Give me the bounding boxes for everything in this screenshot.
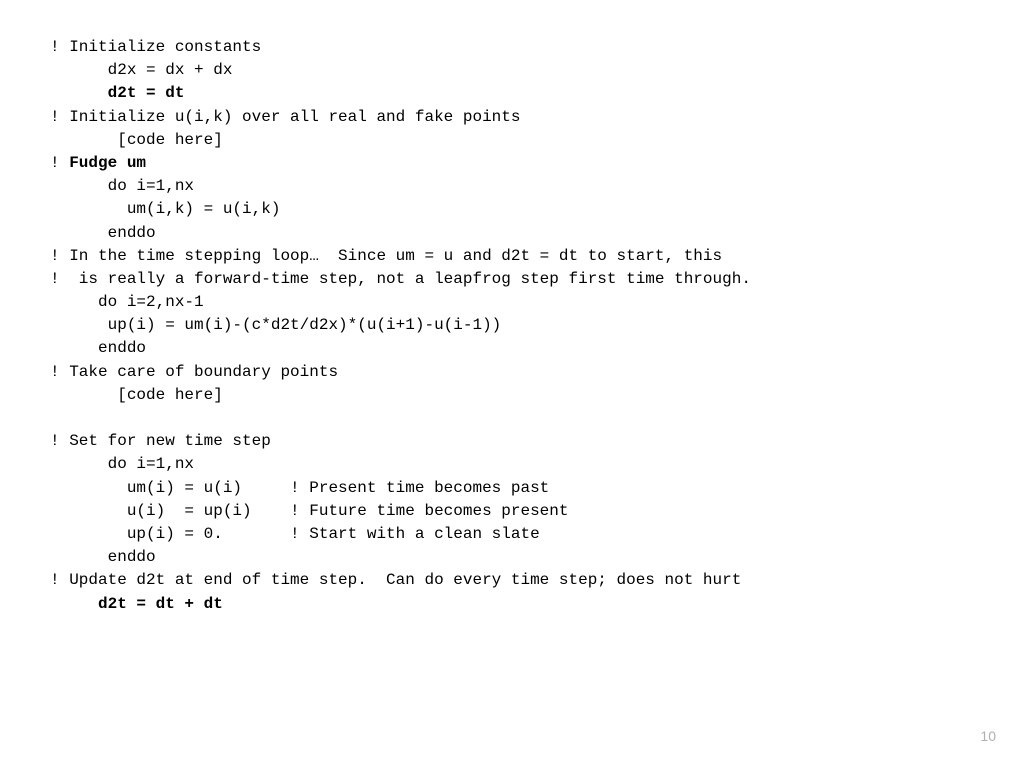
bold-text: d2t = dt + dt [98, 595, 223, 613]
code-line: [code here] [50, 129, 974, 152]
code-line: ! Initialize u(i,k) over all real and fa… [50, 106, 974, 129]
code-line: ! Fudge um [50, 152, 974, 175]
blank-line [50, 407, 974, 430]
code-line: enddo [50, 337, 974, 360]
indent [50, 595, 98, 613]
code-line: do i=2,nx-1 [50, 291, 974, 314]
code-line: do i=1,nx [50, 175, 974, 198]
code-line: up(i) = 0. ! Start with a clean slate [50, 523, 974, 546]
code-line: ! Take care of boundary points [50, 361, 974, 384]
bold-text: d2t = dt [108, 84, 185, 102]
code-line: ! is really a forward-time step, not a l… [50, 268, 974, 291]
code-line: um(i,k) = u(i,k) [50, 198, 974, 221]
code-line: [code here] [50, 384, 974, 407]
bold-text: Fudge um [69, 154, 146, 172]
code-line: d2t = dt [50, 82, 974, 105]
code-line: d2t = dt + dt [50, 593, 974, 616]
code-line: up(i) = um(i)-(c*d2t/d2x)*(u(i+1)-u(i-1)… [50, 314, 974, 337]
page-number: 10 [980, 726, 996, 746]
code-line: ! Set for new time step [50, 430, 974, 453]
prefix: ! [50, 154, 69, 172]
code-line: enddo [50, 546, 974, 569]
code-line: do i=1,nx [50, 453, 974, 476]
code-line: um(i) = u(i) ! Present time becomes past [50, 477, 974, 500]
code-line: enddo [50, 222, 974, 245]
code-line: ! Initialize constants [50, 36, 974, 59]
code-line: ! In the time stepping loop… Since um = … [50, 245, 974, 268]
code-line: ! Update d2t at end of time step. Can do… [50, 569, 974, 592]
code-line: u(i) = up(i) ! Future time becomes prese… [50, 500, 974, 523]
code-line: d2x = dx + dx [50, 59, 974, 82]
indent [50, 84, 108, 102]
